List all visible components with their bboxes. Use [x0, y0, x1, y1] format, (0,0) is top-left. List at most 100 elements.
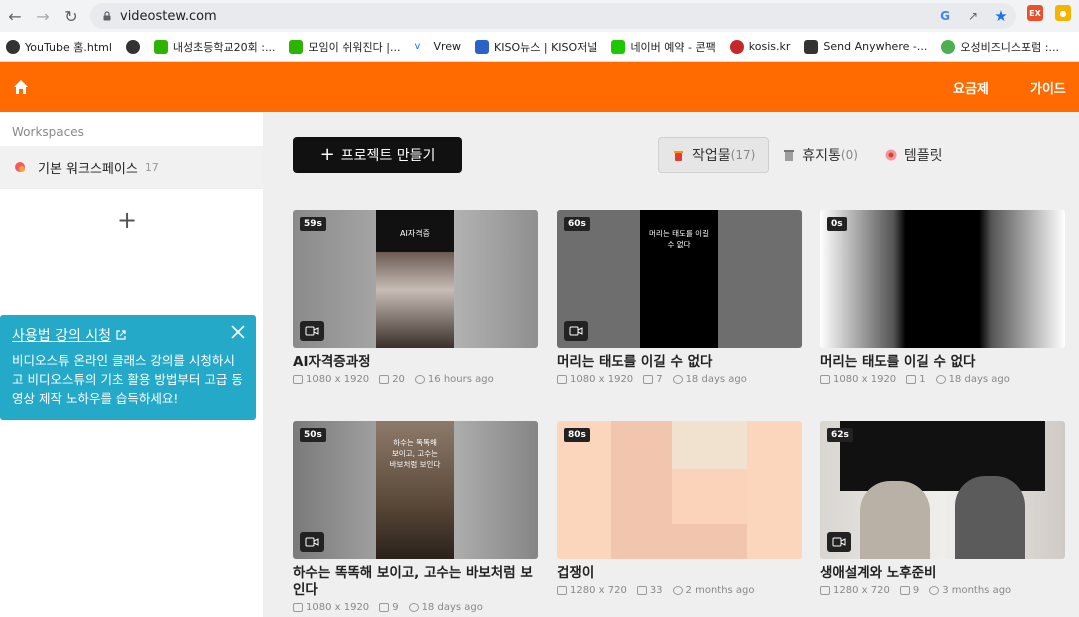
address-bar[interactable]: videostew.com G ↗ ★ — [90, 3, 1016, 29]
project-meta: 1280 x 720 9 3 months ago — [820, 585, 1065, 596]
thumbnail-caption: 머리는 태도를 이길 수 없다 — [649, 229, 709, 249]
forward-icon[interactable]: → — [30, 3, 56, 29]
back-icon[interactable]: ← — [2, 3, 28, 29]
project-title[interactable]: 생애설계와 노후준비 — [820, 565, 1065, 582]
project-thumbnail[interactable]: 하수는 똑똑해 보이고, 고수는 바보처럼 보인다 50s — [293, 421, 538, 559]
video-camera-icon — [827, 532, 851, 552]
new-project-button[interactable]: + 프로젝트 만들기 — [293, 137, 462, 173]
resolution-icon — [557, 375, 567, 384]
kiso-icon — [475, 39, 490, 54]
video-frame — [860, 481, 930, 559]
duration-badge: 80s — [564, 428, 590, 442]
close-icon[interactable] — [230, 324, 246, 340]
bookmark-item[interactable]: 네이버 예약 - 콘팩 — [611, 39, 716, 55]
project-meta: 1080 x 1920 20 16 hours ago — [293, 374, 538, 385]
video-frame — [955, 476, 1025, 559]
tip-body: 비디오스튜 온라인 클래스 강의를 시청하시고 비디오스튜의 기초 활용 방법부… — [12, 353, 243, 406]
tip-title: 사용법 강의 시청 — [12, 328, 112, 344]
url-text: videostew.com — [120, 8, 217, 24]
bookmark-star-icon[interactable]: ★ — [992, 7, 1010, 25]
project-thumbnail[interactable]: 62s — [820, 421, 1065, 559]
clock-icon — [414, 375, 425, 384]
bookmark-item[interactable]: KISO뉴스 | KISO저널 — [475, 39, 597, 55]
duration-badge: 50s — [300, 428, 326, 442]
workspace-name: 기본 워크스페이스 — [38, 161, 138, 177]
cup-icon — [674, 151, 683, 161]
project-title[interactable]: 하수는 똑똑해 보이고, 고수는 바보처럼 보인다 — [293, 565, 538, 599]
duration-badge: 0s — [827, 217, 847, 231]
extension-ex-icon[interactable]: EX — [1027, 5, 1043, 21]
bookmark-item[interactable]: Send Anywhere -... — [804, 39, 927, 54]
clock-icon — [408, 603, 419, 612]
project-card[interactable]: 하수는 똑똑해 보이고, 고수는 바보처럼 보인다 50s 하수는 똑똑해 보이… — [293, 421, 538, 613]
resolution-icon — [293, 375, 303, 384]
google-icon[interactable]: G — [936, 7, 954, 25]
lock-icon — [103, 11, 111, 21]
project-thumbnail[interactable]: AI자격증 59s — [293, 210, 538, 348]
project-card[interactable]: 62s 생애설계와 노후준비 1280 x 720 9 3 months ago — [820, 421, 1065, 596]
project-title[interactable]: 머리는 태도를 이길 수 없다 — [820, 354, 1065, 371]
duration-badge: 59s — [300, 217, 326, 231]
scenes-icon — [379, 375, 390, 384]
project-card[interactable]: 0s 머리는 태도를 이길 수 없다 1080 x 1920 1 18 days… — [820, 210, 1065, 385]
project-card[interactable]: 80s 겁쟁이 1280 x 720 33 2 months ago — [557, 421, 802, 596]
external-link-icon — [116, 330, 126, 340]
scenes-icon — [643, 375, 654, 384]
clock-icon — [929, 586, 940, 595]
clock-icon — [672, 586, 683, 595]
send-anywhere-icon — [804, 39, 819, 54]
project-thumbnail[interactable]: 0s — [820, 210, 1065, 348]
video-frame — [672, 469, 747, 524]
project-card[interactable]: 머리는 태도를 이길 수 없다 60s 머리는 태도를 이길 수 없다 1080… — [557, 210, 802, 385]
calendar-icon — [611, 39, 626, 54]
scenes-icon — [636, 586, 647, 595]
project-thumbnail[interactable]: 80s — [557, 421, 802, 559]
guide-link[interactable]: 가이드 — [1030, 78, 1066, 97]
scenes-icon — [379, 603, 390, 612]
duration-badge: 60s — [564, 217, 590, 231]
bookmark-item[interactable] — [125, 39, 140, 54]
forum-icon — [941, 39, 956, 54]
band-icon — [289, 39, 304, 54]
project-title[interactable]: 머리는 태도를 이길 수 없다 — [557, 354, 802, 371]
scenes-icon — [906, 375, 917, 384]
workspace-icon — [15, 162, 25, 172]
bookmark-item[interactable]: YouTube 홈.html — [6, 39, 112, 55]
workspace-item[interactable]: 기본 워크스페이스 17 — [0, 146, 263, 188]
project-meta: 1280 x 720 33 2 months ago — [557, 585, 802, 596]
project-title[interactable]: AI자격증과정 — [293, 354, 538, 371]
band-icon — [153, 39, 168, 54]
tutorial-tip: 사용법 강의 시청 비디오스튜 온라인 클래스 강의를 시청하시고 비디오스튜의… — [0, 315, 256, 420]
tab-projects[interactable]: 작업물 (17) — [658, 137, 770, 173]
pricing-link[interactable]: 요금제 — [953, 78, 989, 97]
tab-templates[interactable]: 템플릿 — [871, 137, 956, 173]
bookmark-item[interactable]: v Vrew — [414, 40, 461, 54]
bookmark-item[interactable]: 오성비즈니스포럼 :... — [941, 39, 1059, 55]
project-thumbnail[interactable]: 머리는 태도를 이길 수 없다 60s — [557, 210, 802, 348]
bookmark-item[interactable]: 내성초등학교20회 :... — [153, 39, 275, 55]
extension-idea-icon[interactable]: ● — [1055, 5, 1071, 21]
reload-icon[interactable]: ↻ — [58, 3, 84, 29]
browser-toolbar: ← → ↻ videostew.com G ↗ ★ EX ● — [0, 0, 1079, 32]
divider — [0, 188, 263, 189]
thumbnail-caption: AI자격증 — [400, 229, 430, 238]
thumbnail-caption: 하수는 똑똑해 보이고, 고수는 바보처럼 보인다 — [389, 438, 441, 469]
template-icon — [885, 149, 897, 161]
tutorial-link[interactable]: 사용법 강의 시청 — [12, 325, 244, 345]
clock-icon — [935, 375, 946, 384]
video-frame — [672, 421, 747, 469]
project-meta: 1080 x 1920 9 18 days ago — [293, 602, 538, 613]
bookmark-item[interactable]: kosis.kr — [729, 39, 790, 54]
bookmark-item[interactable]: 모임이 쉬워진다 |... — [289, 39, 400, 55]
home-icon[interactable] — [12, 78, 30, 96]
globe-icon — [6, 39, 20, 54]
vrew-icon: v — [414, 40, 421, 52]
tab-trash[interactable]: 휴지통 (0) — [769, 137, 871, 173]
resolution-icon — [820, 586, 830, 595]
share-icon[interactable]: ↗ — [964, 7, 982, 25]
project-card[interactable]: AI자격증 59s AI자격증과정 1080 x 1920 20 16 hour… — [293, 210, 538, 385]
add-workspace-button[interactable]: + — [117, 208, 137, 232]
project-title[interactable]: 겁쟁이 — [557, 565, 802, 582]
bookmarks-bar: YouTube 홈.html 내성초등학교20회 :... 모임이 쉬워진다 |… — [0, 32, 1079, 62]
resolution-icon — [820, 375, 830, 384]
